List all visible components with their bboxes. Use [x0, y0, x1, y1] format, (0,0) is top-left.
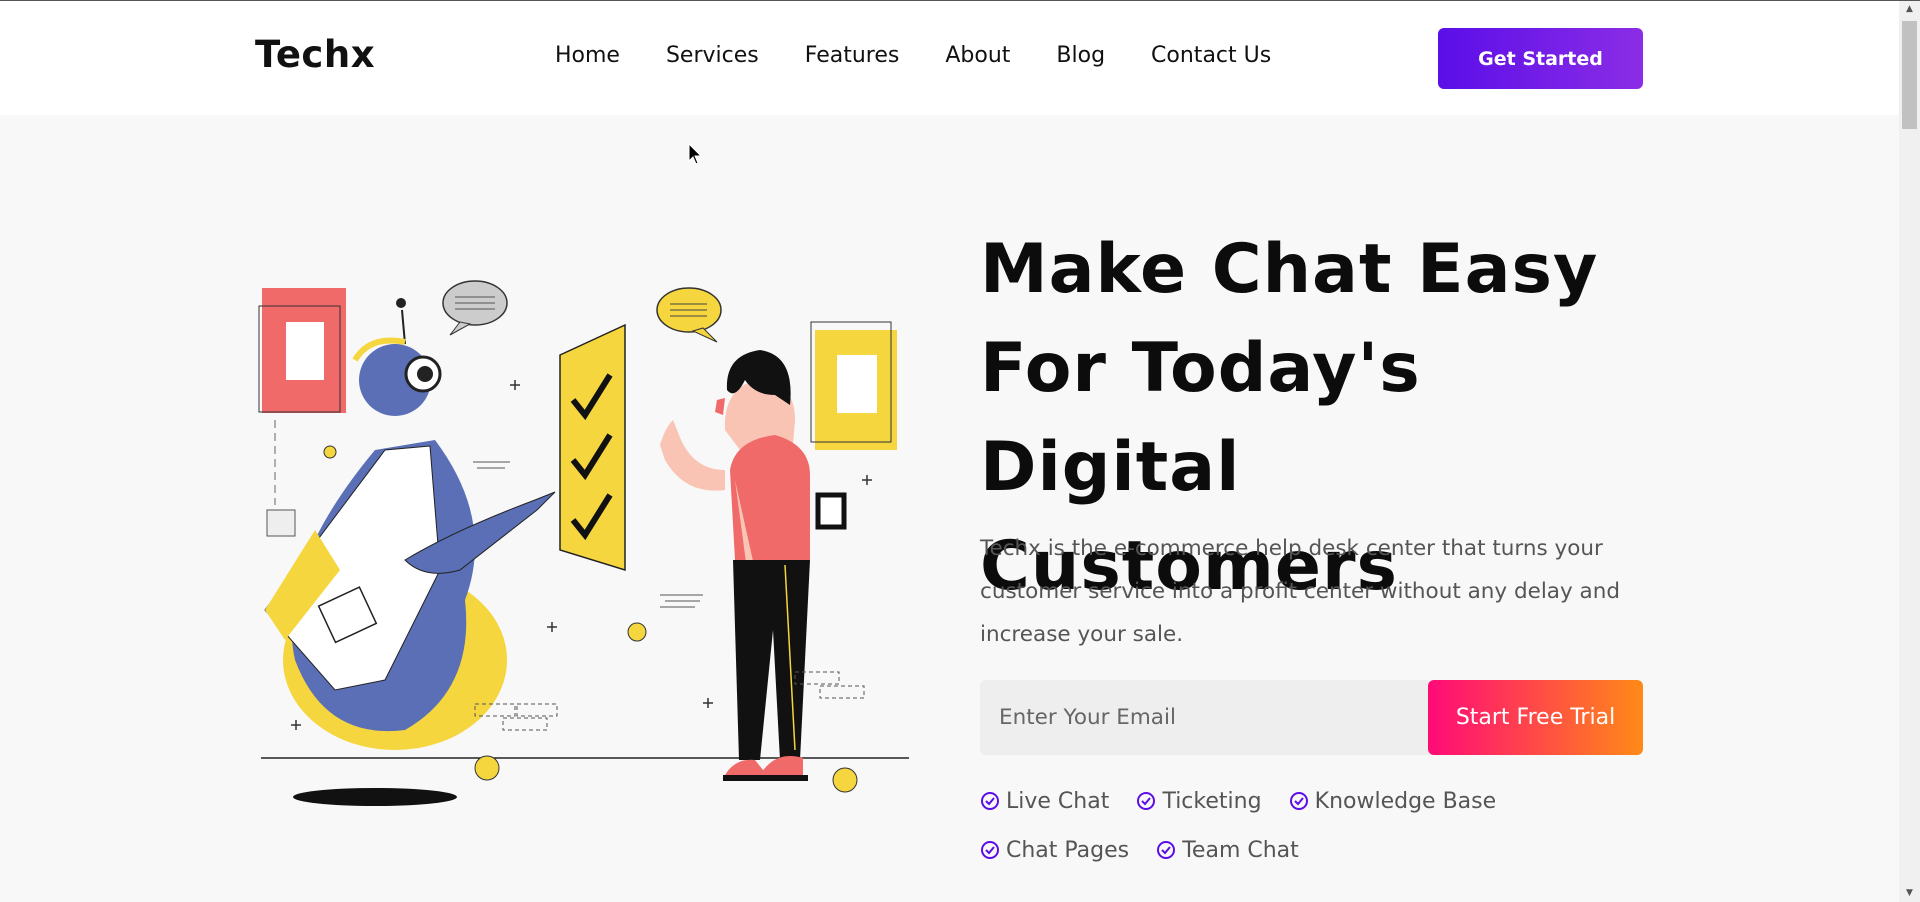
email-input[interactable]	[980, 680, 1420, 755]
mouse-pointer-icon	[688, 143, 703, 165]
feature-item-team-chat: Team Chat	[1156, 836, 1299, 864]
main-nav: Home Services Features About Blog Contac…	[555, 43, 1317, 68]
start-free-trial-button[interactable]: Start Free Trial	[1428, 680, 1643, 755]
feature-label: Team Chat	[1182, 837, 1299, 863]
feature-item-knowledge-base: Knowledge Base	[1289, 787, 1497, 815]
check-circle-icon	[1157, 841, 1176, 859]
feature-label: Ticketing	[1162, 788, 1262, 814]
check-circle-icon	[1137, 792, 1156, 810]
check-circle-icon	[1289, 792, 1308, 810]
hero-description: Techx is the e-commerce help desk center…	[980, 536, 1620, 647]
person-figure	[660, 350, 810, 781]
page-scrollbar[interactable]: ▲ ▼	[1899, 1, 1920, 902]
feature-item-ticketing: Ticketing	[1136, 787, 1262, 815]
scroll-up-arrow-icon[interactable]: ▲	[1899, 1, 1920, 18]
site-logo[interactable]: Techx	[255, 33, 375, 76]
feature-item-chat-pages: Chat Pages	[980, 836, 1129, 864]
yellow-panel-shape	[810, 321, 897, 530]
hero-title-line-1: Make Chat Easy	[980, 230, 1599, 309]
feature-item-live-chat: Live Chat	[980, 787, 1109, 815]
chat-bubble-icon	[656, 287, 722, 343]
shadow-shape	[293, 788, 457, 806]
feature-label: Live Chat	[1006, 788, 1110, 814]
nav-features[interactable]: Features	[805, 43, 900, 68]
get-started-button[interactable]: Get Started	[1438, 28, 1643, 89]
site-header: Techx Home Services Features About Blog …	[0, 1, 1899, 115]
nav-home[interactable]: Home	[555, 43, 620, 68]
feature-list: Live Chat Ticketing Knowledge Base Chat …	[980, 787, 1640, 885]
red-panel-shape	[258, 288, 346, 537]
nav-blog[interactable]: Blog	[1056, 43, 1105, 68]
scrollbar-thumb[interactable]	[1902, 21, 1917, 129]
speech-bubble-icon	[442, 280, 508, 336]
check-circle-icon	[981, 792, 999, 810]
scroll-down-arrow-icon[interactable]: ▼	[1899, 885, 1920, 902]
nav-contact-us[interactable]: Contact Us	[1151, 43, 1271, 68]
hero-illustration	[258, 280, 909, 806]
hero-title-line-2: For Today's Digital	[980, 329, 1421, 507]
check-circle-icon	[981, 841, 999, 859]
nav-about[interactable]: About	[945, 43, 1010, 68]
feature-label: Chat Pages	[1006, 837, 1130, 863]
feature-label: Knowledge Base	[1314, 788, 1497, 814]
checklist-board-shape	[559, 323, 626, 572]
email-signup-form: Start Free Trial	[980, 680, 1643, 755]
nav-services[interactable]: Services	[666, 43, 759, 68]
